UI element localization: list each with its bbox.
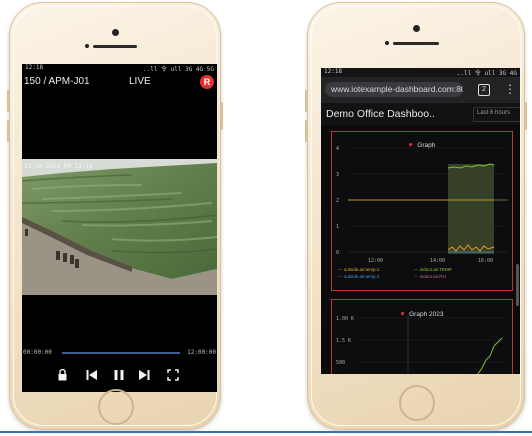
- earpiece-speaker: [393, 42, 439, 45]
- right-screen: 12:18 ..ll 令 ull 3G 4G www.iotexample-da…: [321, 68, 520, 374]
- x-tick: 16:00: [478, 258, 494, 264]
- camera-title: 150 / APM-J01: [24, 76, 90, 87]
- status-time: 12:18: [324, 68, 343, 75]
- progress-track[interactable]: [62, 352, 180, 354]
- page-scrollbar[interactable]: [516, 264, 519, 306]
- legend-item[interactable]: --- outside.air.temp.1: [338, 267, 379, 272]
- graph-panel-1-header: ♥ Graph: [332, 134, 512, 149]
- url-text: www.iotexample-dashboard.com:8080/d/: [331, 84, 463, 94]
- graph-1-xaxis: 12:00 14:00 16:00: [348, 258, 508, 266]
- playback-timeline: 00:00:00 12:00:00: [22, 348, 217, 358]
- x-tick: 12:00: [368, 258, 384, 264]
- x-tick: 14:00: [430, 258, 446, 264]
- pause-icon[interactable]: [114, 369, 124, 381]
- sensor-dot: [85, 44, 89, 48]
- legend-item[interactable]: --- indoor.air.TEMP: [414, 267, 452, 272]
- tab-count-button[interactable]: 2: [478, 84, 490, 96]
- y-tick: 1.5 K: [336, 338, 352, 344]
- earpiece-speaker: [93, 45, 137, 48]
- home-button[interactable]: [399, 385, 435, 421]
- graph-1-plot[interactable]: [348, 146, 508, 258]
- divider-line: [0, 431, 532, 433]
- power-button: [220, 102, 223, 130]
- graph-1-yaxis: 4 3 2 1 0: [334, 146, 346, 258]
- graph-1-highlight-region: [448, 164, 494, 254]
- volume-down-button: [305, 120, 308, 142]
- live-badge: LIVE: [129, 76, 151, 87]
- volume-down-button: [7, 120, 10, 142]
- y-tick: 1: [336, 224, 340, 230]
- video-feed[interactable]: 12-10-2019 PM 12:18: [22, 159, 217, 295]
- camera-header: 150 / APM-J01 LIVE R: [22, 74, 217, 92]
- y-tick: 4: [336, 146, 340, 152]
- video-timestamp-overlay: 12-10-2019 PM 12:18: [24, 163, 93, 170]
- graph-panel-2: ♥ Graph 2023 1.00 K 1.5 K 500: [331, 299, 513, 374]
- time-range-label: Last 6 hours: [477, 110, 511, 116]
- previous-icon[interactable]: [86, 369, 98, 381]
- dashboard-title[interactable]: Demo Office Dashboo..: [326, 108, 435, 120]
- front-camera: [413, 25, 420, 32]
- y-tick: 3: [336, 172, 340, 178]
- y-tick: 2: [336, 198, 340, 204]
- fullscreen-icon[interactable]: [167, 369, 179, 381]
- browser-bar: www.iotexample-dashboard.com:8080/d/ 2 ⋮: [321, 77, 520, 103]
- graph-2-yaxis: 1.00 K 1.5 K 500: [334, 316, 354, 374]
- time-end: 12:00:00: [187, 349, 216, 356]
- legend-item[interactable]: --- outside.air.temp.2: [338, 274, 379, 279]
- graph-panel-2-header: ♥ Graph 2023: [332, 303, 512, 318]
- y-tick: 0: [336, 250, 340, 256]
- home-button[interactable]: [98, 389, 134, 425]
- dashboard-header: Demo Office Dashboo.. Last 6 hours: [321, 103, 520, 125]
- record-button[interactable]: R: [200, 75, 214, 89]
- time-start: 00:00:00: [23, 349, 52, 356]
- right-phone: 12:18 ..ll 令 ull 3G 4G www.iotexample-da…: [305, 2, 527, 430]
- url-bar[interactable]: www.iotexample-dashboard.com:8080/d/: [325, 82, 463, 97]
- left-phone: 12:18 ..ll 令 ull 3G 4G 5G 150 / APM-J01 …: [7, 2, 223, 430]
- front-camera: [112, 29, 119, 36]
- y-tick: 500: [336, 360, 346, 366]
- volume-up-button: [305, 90, 308, 112]
- time-range-picker[interactable]: Last 6 hours: [473, 107, 520, 122]
- graph-2-plot[interactable]: [356, 316, 508, 374]
- legend-item[interactable]: --- indoor.air.RH: [414, 274, 446, 279]
- status-icons: ..ll 令 ull 3G 4G: [456, 70, 517, 77]
- volume-up-button: [7, 90, 10, 112]
- left-screen: 12:18 ..ll 令 ull 3G 4G 5G 150 / APM-J01 …: [22, 64, 217, 392]
- graph-panel-1: ♥ Graph 4 3 2 1 0 12:00 14:00 16:00 --- …: [331, 131, 513, 291]
- status-bar: 12:18 ..ll 令 ull 3G 4G 5G: [22, 64, 217, 74]
- status-icons: ..ll 令 ull 3G 4G 5G: [142, 66, 214, 73]
- next-icon[interactable]: [138, 369, 150, 381]
- lock-icon[interactable]: [58, 369, 67, 381]
- graph-1-legend: --- outside.air.temp.1 --- indoor.air.TE…: [338, 267, 508, 287]
- status-time: 12:18: [25, 64, 44, 71]
- power-button: [524, 102, 527, 130]
- browser-menu-icon[interactable]: ⋮: [504, 82, 516, 96]
- series-line-green: [477, 337, 503, 374]
- sensor-dot: [385, 41, 389, 45]
- playback-controls: [22, 367, 217, 383]
- status-bar: 12:18 ..ll 令 ull 3G 4G: [321, 68, 520, 77]
- y-tick: 1.00 K: [336, 316, 355, 322]
